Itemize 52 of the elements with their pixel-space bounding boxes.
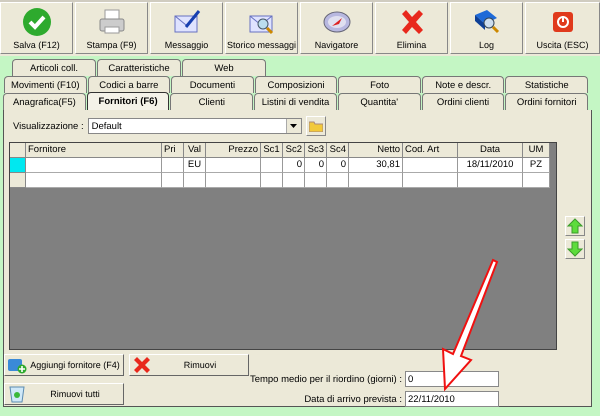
table-cell: 0 [327,158,349,173]
remove-button[interactable]: Rimuovi [129,354,249,376]
table-cell: 0 [283,158,305,173]
toolbar-button[interactable]: Salva (F12) [0,2,73,54]
column-header[interactable]: Data [458,143,523,158]
tab[interactable]: Listini di vendita [254,93,337,110]
table-cell: EU [184,158,206,173]
toolbar-button[interactable]: Uscita (ESC) [525,2,600,54]
field-label: Data di arrivo prevista : [304,394,402,404]
tab[interactable]: Statistiche [505,76,588,93]
tab[interactable]: Codici a barre [88,76,170,93]
tab[interactable]: Caratteristiche [97,59,181,76]
column-header[interactable]: Sc1 [261,143,283,158]
tab[interactable]: Web [182,59,266,76]
view-label: Visualizzazione : [13,120,84,132]
tab[interactable]: Quantita' [338,93,421,110]
toolbar-button[interactable]: Storico messaggi [225,2,298,54]
tab[interactable]: Clienti [170,93,254,110]
field-label: Tempo medio per il riordino (giorni) : [250,374,402,384]
tab[interactable]: Ordini fornitori [505,93,588,110]
input-field[interactable]: 22/11/2010 [405,391,499,407]
column-header[interactable]: Sc4 [327,143,349,158]
column-header[interactable]: Fornitore [26,143,162,158]
column-header[interactable]: Sc3 [305,143,327,158]
view-dropdown[interactable]: Default [88,118,302,134]
tab[interactable]: Anagrafica(F5) [3,93,86,110]
remove-all-button[interactable]: Rimuovi tutti [4,383,124,405]
tab[interactable]: Documenti [171,76,254,93]
tab[interactable]: Note e descr. [422,76,504,93]
toolbar-button[interactable]: Messaggio [150,2,223,54]
table-cell: 18/11/2010 [458,158,523,173]
tab[interactable]: Articoli coll. [12,59,96,76]
tab[interactable]: Foto [338,76,421,93]
toolbar-button[interactable]: Stampa (F9) [75,2,148,54]
toolbar-button[interactable]: Log [450,2,523,54]
tab[interactable]: Ordini clienti [422,93,504,110]
toolbar-button[interactable]: Navigatore [300,2,373,54]
table-cell: 0 [305,158,327,173]
toolbar-button[interactable]: Elimina [375,2,448,54]
tab[interactable]: Movimenti (F10) [4,76,87,93]
column-header[interactable]: Val [184,143,206,158]
tab[interactable]: Composizioni [254,76,338,93]
column-header[interactable]: Netto [349,143,403,158]
table-cell: PZ [523,158,550,173]
column-header[interactable]: Pri [162,143,184,158]
column-header[interactable]: Sc2 [283,143,305,158]
tab[interactable]: Fornitori (F6) [86,92,170,110]
table-cell: 30,81 [349,158,403,173]
column-header[interactable]: Cod. Art [403,143,458,158]
add-supplier-button[interactable]: Aggiungi fornitore (F4) [4,354,124,376]
column-header[interactable]: UM [523,143,550,158]
column-header[interactable]: Prezzo [206,143,261,158]
